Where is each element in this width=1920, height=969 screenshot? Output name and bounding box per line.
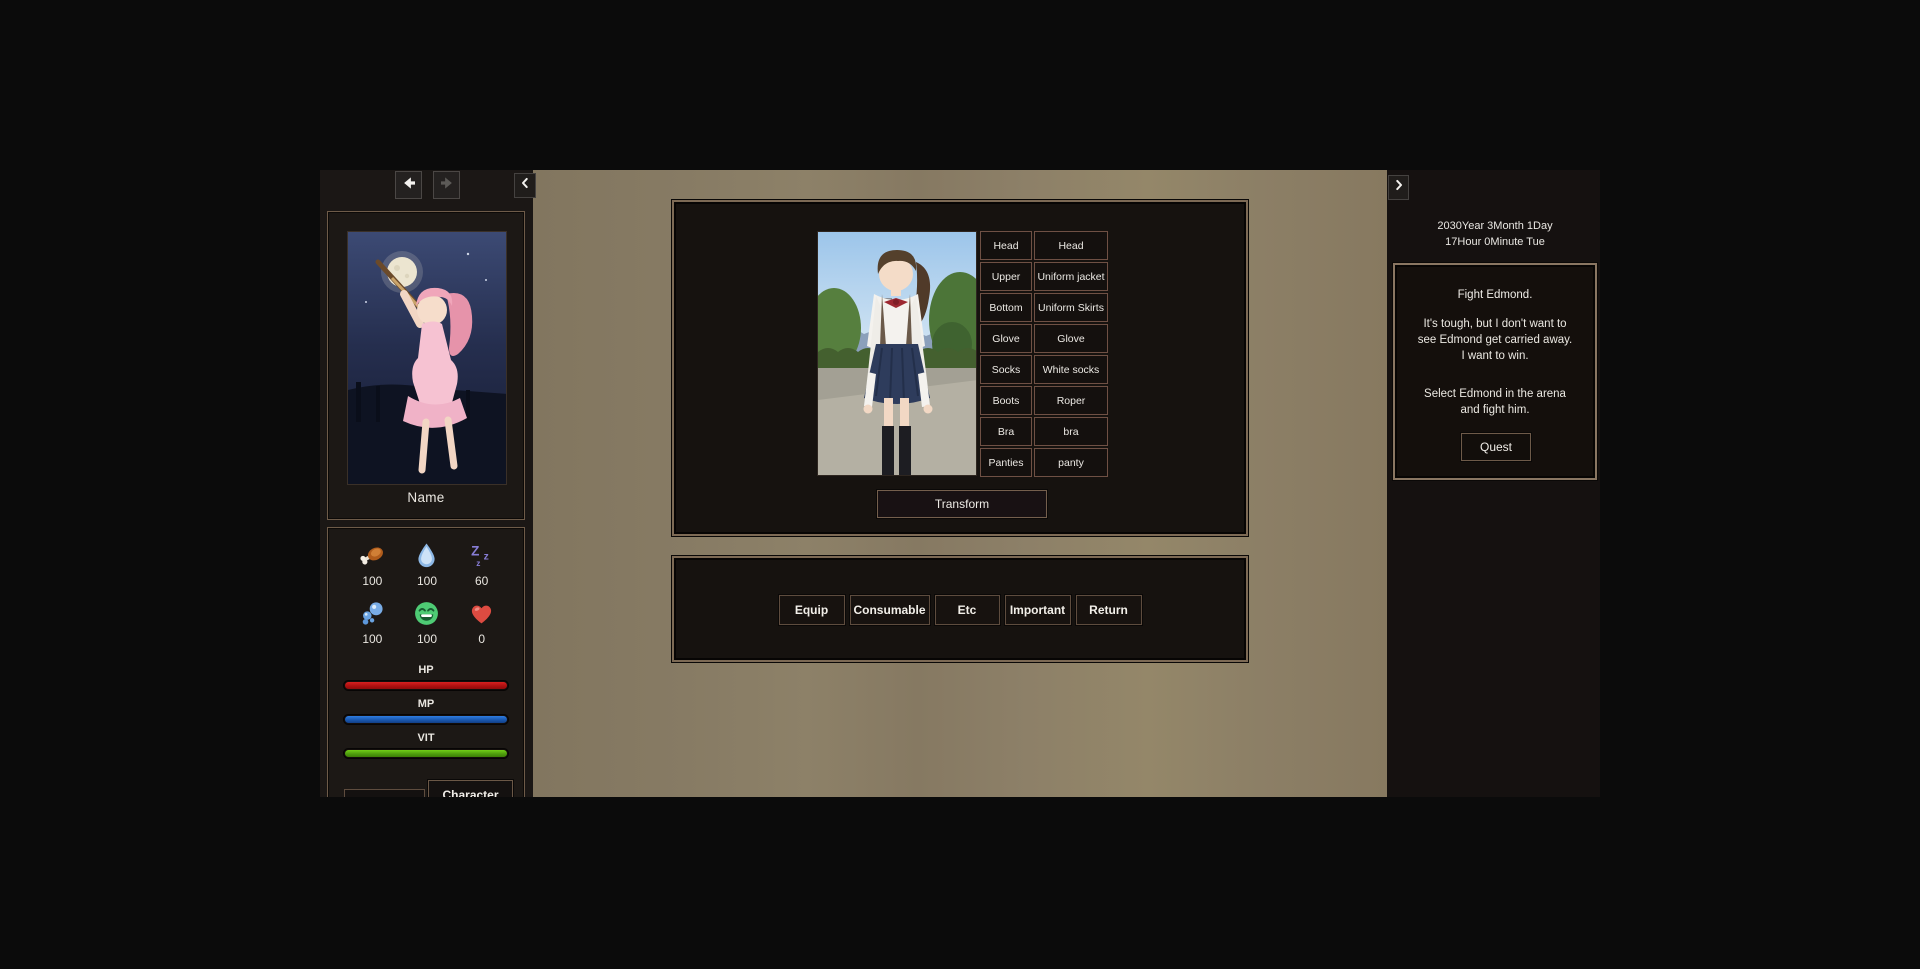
slot-label: Upper	[980, 262, 1032, 291]
consumable-tab-button[interactable]: Consumable	[850, 595, 930, 625]
important-tab-button[interactable]: Important	[1005, 595, 1071, 625]
right-arrow-icon	[438, 174, 456, 197]
menu-button-row: Equip Consumable Etc Important Return	[674, 595, 1246, 625]
etc-tab-button[interactable]: Etc	[935, 595, 1000, 625]
equipment-window: Head Head Upper Uniform jacket Bottom Un…	[672, 200, 1248, 536]
stat-hunger: 100	[345, 542, 400, 588]
quest-body: It's tough, but I don't want to see Edmo…	[1395, 316, 1595, 364]
stat-value: 100	[345, 574, 400, 588]
expand-right-panel-button[interactable]	[1388, 175, 1409, 200]
datetime-line2: 17Hour 0Minute Tue	[1393, 234, 1597, 250]
stat-hygiene: 100	[345, 600, 400, 646]
inventory-menu-window: Equip Consumable Etc Important Return	[672, 556, 1248, 662]
slot-item[interactable]: Roper	[1034, 386, 1108, 415]
stat-affection: 0	[454, 600, 509, 646]
quest-panel: Fight Edmond. It's tough, but I don't wa…	[1393, 263, 1597, 480]
slot-label: Bra	[980, 417, 1032, 446]
slot-label: Bottom	[980, 293, 1032, 322]
hp-bar-group: HP	[328, 664, 524, 691]
return-button[interactable]: Return	[1076, 595, 1142, 625]
svg-text:Z: Z	[471, 544, 479, 559]
quest-title: Fight Edmond.	[1395, 289, 1595, 301]
forward-button[interactable]	[433, 171, 460, 199]
stat-value: 60	[454, 574, 509, 588]
stat-value: 100	[400, 574, 455, 588]
chevron-right-icon	[1392, 177, 1406, 198]
slot-item[interactable]: Glove	[1034, 324, 1108, 353]
portrait-section: Name	[327, 211, 525, 520]
hp-label: HP	[328, 664, 524, 678]
needs-grid: 100 100 Zzz 60	[345, 542, 509, 646]
vit-bar-group: VIT	[328, 732, 524, 759]
stat-value: 0	[454, 632, 509, 646]
slot-item[interactable]: panty	[1034, 448, 1108, 477]
quest-body-line: I want to win.	[1395, 348, 1595, 364]
left-arrow-icon	[400, 174, 418, 197]
status-bars: HP MP VIT	[328, 664, 524, 766]
slot-label: Glove	[980, 324, 1032, 353]
stat-value: 100	[345, 632, 400, 646]
slot-item[interactable]: Head	[1034, 231, 1108, 260]
datetime-line1: 2030Year 3Month 1Day	[1393, 218, 1597, 234]
quest-objective: Select Edmond in the arena and fight him…	[1395, 386, 1595, 418]
sleep-icon: Zzz	[454, 542, 509, 569]
page: { "theme": { "page_bg": "#0b0b0b", "scen…	[0, 0, 1920, 969]
stat-mood: 100	[400, 600, 455, 646]
water-drop-icon	[400, 542, 455, 569]
slot-item[interactable]: Uniform jacket	[1034, 262, 1108, 291]
smiley-icon	[400, 600, 455, 627]
stat-sleep: Zzz 60	[454, 542, 509, 588]
mp-bar-fill	[345, 716, 507, 723]
vit-bar-fill	[345, 750, 507, 757]
bubbles-icon	[345, 600, 400, 627]
back-button[interactable]	[395, 171, 422, 199]
heart-icon	[454, 600, 509, 627]
equip-tab-button[interactable]: Equip	[779, 595, 845, 625]
transform-button[interactable]: Transform	[877, 490, 1047, 518]
quest-body-line: see Edmond get carried away.	[1395, 332, 1595, 348]
game-window: Name 100 100 Zzz	[320, 170, 1600, 797]
collapse-left-panel-button[interactable]	[514, 173, 536, 198]
mp-bar	[343, 714, 509, 725]
character-name: Name	[328, 490, 524, 505]
slot-item[interactable]: White socks	[1034, 355, 1108, 384]
partial-button[interactable]	[344, 789, 425, 797]
quest-button[interactable]: Quest	[1461, 433, 1531, 461]
slot-item[interactable]: Uniform Skirts	[1034, 293, 1108, 322]
equipped-character-image	[817, 231, 977, 476]
mp-bar-group: MP	[328, 698, 524, 725]
quest-objective-line: Select Edmond in the arena	[1395, 386, 1595, 402]
stat-thirst: 100	[400, 542, 455, 588]
slot-label: Socks	[980, 355, 1032, 384]
mp-label: MP	[328, 698, 524, 712]
meat-icon	[345, 542, 400, 569]
slot-label: Boots	[980, 386, 1032, 415]
svg-text:z: z	[476, 558, 480, 568]
character-button[interactable]: Character	[428, 780, 513, 797]
hp-bar-fill	[345, 682, 507, 689]
quest-objective-line: and fight him.	[1395, 402, 1595, 418]
slot-label: Head	[980, 231, 1032, 260]
stats-section: 100 100 Zzz 60	[327, 527, 525, 797]
character-portrait	[347, 231, 507, 485]
hp-bar	[343, 680, 509, 691]
equipment-table: Head Head Upper Uniform jacket Bottom Un…	[980, 231, 1108, 477]
svg-text:z: z	[484, 552, 489, 563]
vit-label: VIT	[328, 732, 524, 746]
character-panel: Name 100 100 Zzz	[327, 211, 525, 797]
slot-item[interactable]: bra	[1034, 417, 1108, 446]
datetime-display: 2030Year 3Month 1Day 17Hour 0Minute Tue	[1393, 218, 1597, 250]
stat-value: 100	[400, 632, 455, 646]
quest-body-line: It's tough, but I don't want to	[1395, 316, 1595, 332]
chevron-left-icon	[518, 175, 532, 196]
slot-label: Panties	[980, 448, 1032, 477]
vit-bar	[343, 748, 509, 759]
